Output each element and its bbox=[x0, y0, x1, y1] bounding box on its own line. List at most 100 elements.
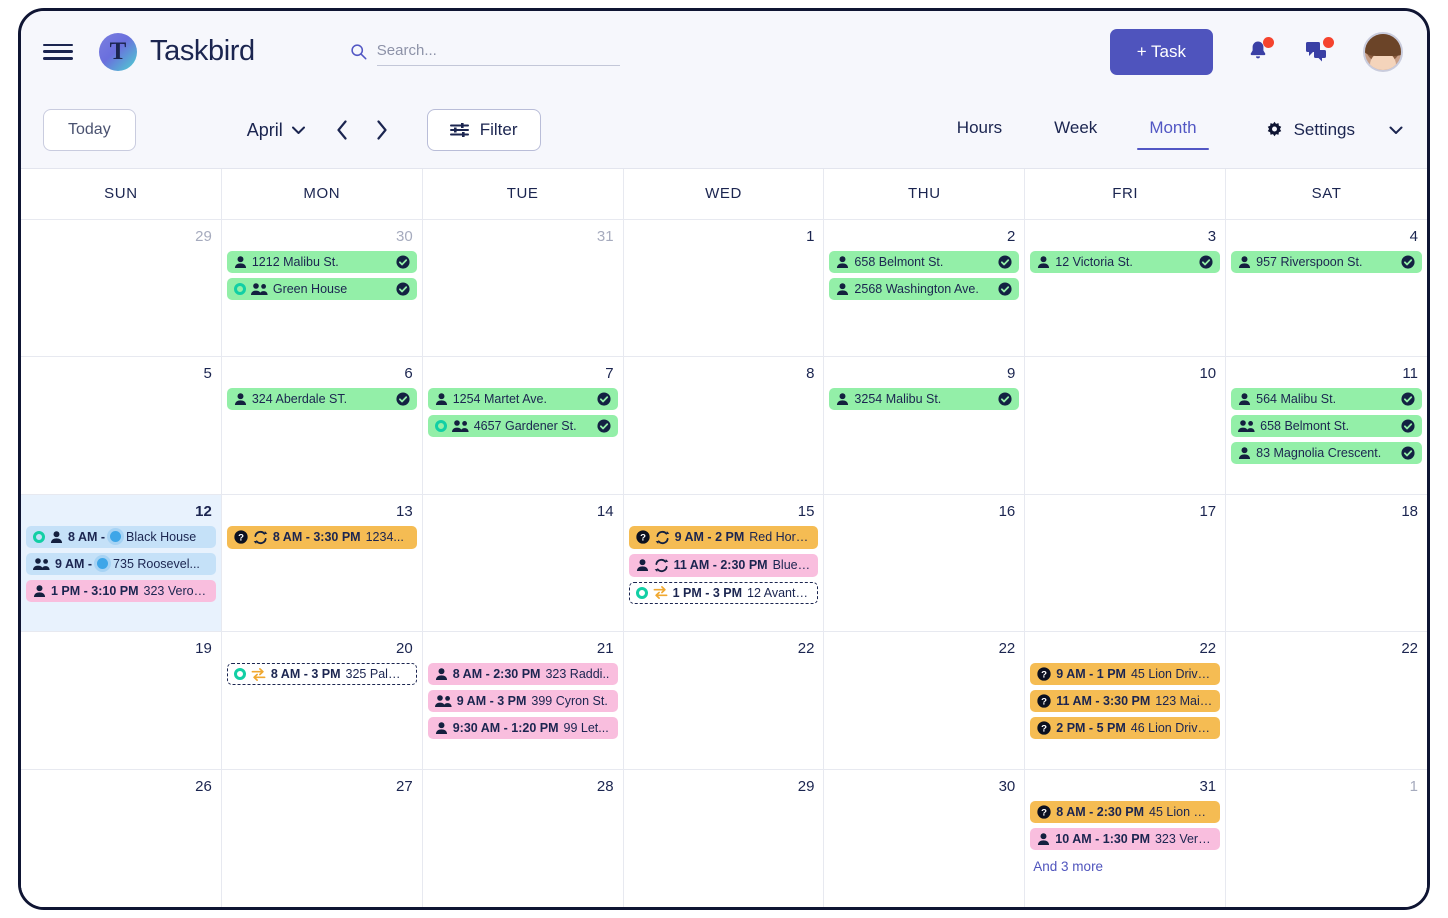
tab-hours[interactable]: Hours bbox=[931, 110, 1028, 150]
event-chip[interactable]: ? 9 AM - 1 PM 45 Lion Drive... bbox=[1030, 663, 1221, 686]
day-cell-29[interactable]: 29 bbox=[21, 220, 222, 358]
event-chip[interactable]: 9 AM - 3 PM 399 Cyron St. bbox=[427, 690, 618, 713]
day-events: ? 8 AM - 3:30 PM 1234... bbox=[226, 525, 417, 549]
event-chip[interactable]: 658 Belmont St. bbox=[1231, 415, 1422, 438]
event-chip[interactable]: 2568 Washington Ave. bbox=[829, 278, 1020, 300]
today-button[interactable]: Today bbox=[43, 109, 136, 151]
day-cell-5[interactable]: 5 bbox=[21, 357, 222, 495]
tab-week[interactable]: Week bbox=[1028, 110, 1123, 150]
event-chip[interactable]: ? 8 AM - 3:30 PM 1234... bbox=[226, 525, 417, 549]
prev-month-button[interactable] bbox=[327, 116, 357, 144]
day-cell-17[interactable]: 17 bbox=[1025, 494, 1227, 633]
day-cell-3[interactable]: 3 12 Victoria St. bbox=[1025, 220, 1227, 358]
event-chip[interactable]: 4657 Gardener St. bbox=[427, 415, 618, 438]
day-cell-30[interactable]: 30 1212 Malibu St. Green House bbox=[221, 220, 423, 358]
event-chip[interactable]: 1 PM - 3:10 PM 323 Veron... bbox=[26, 579, 216, 602]
event-chip[interactable]: 957 Riverspoon St. bbox=[1231, 251, 1422, 273]
day-cell-22[interactable]: 22 bbox=[824, 632, 1026, 770]
day-cell-11[interactable]: 11 564 Malibu St. 658 Belmont St. 83 Magnol… bbox=[1226, 357, 1427, 495]
repeat-icon bbox=[654, 558, 668, 572]
day-cell-9[interactable]: 9 3254 Malibu St. bbox=[824, 357, 1026, 495]
day-events: 658 Belmont St. 2568 Washington Ave. bbox=[829, 251, 1020, 300]
event-chip[interactable]: ? 8 AM - 2:30 PM 45 Lion Dr... bbox=[1030, 800, 1221, 823]
weekday-header: SUN MON TUE WED THU FRI SAT bbox=[21, 169, 1427, 220]
event-chip[interactable]: ? 9 AM - 2 PM Red Horne... bbox=[628, 525, 819, 549]
event-chip[interactable]: 3254 Malibu St. bbox=[829, 388, 1020, 411]
hamburger-icon[interactable] bbox=[43, 41, 73, 63]
day-cell-30[interactable]: 30 bbox=[824, 769, 1026, 907]
day-cell-27[interactable]: 27 bbox=[221, 769, 423, 907]
day-number: 22 bbox=[797, 640, 815, 658]
event-chip[interactable]: 1212 Malibu St. bbox=[226, 251, 417, 273]
event-chip[interactable]: 1254 Martet Ave. bbox=[427, 388, 618, 411]
day-cell-4[interactable]: 4 957 Riverspoon St. bbox=[1226, 220, 1427, 358]
day-cell-7[interactable]: 7 1254 Martet Ave. 4657 Gardener St. bbox=[422, 357, 624, 495]
event-title: 658 Belmont St. bbox=[854, 255, 944, 269]
next-month-button[interactable] bbox=[367, 116, 397, 144]
people-icon bbox=[434, 695, 452, 708]
day-cell-8[interactable]: 8 bbox=[623, 357, 825, 495]
event-time: 8 AM - 3 PM bbox=[270, 667, 341, 682]
event-title: 325 Palm B... bbox=[345, 667, 410, 682]
event-chip[interactable]: 8 AM - 3 PM 325 Palm B... bbox=[226, 663, 417, 686]
messages-button[interactable] bbox=[1303, 36, 1334, 67]
notifications-button[interactable] bbox=[1243, 36, 1274, 67]
event-chip[interactable]: 11 AM - 2:30 PM Blue S... bbox=[628, 553, 819, 577]
day-cell-20[interactable]: 20 8 AM - 3 PM 325 Palm B... bbox=[221, 632, 423, 770]
filter-button[interactable]: Filter bbox=[426, 109, 541, 151]
month-selector[interactable]: April bbox=[247, 120, 305, 141]
day-cell-16[interactable]: 16 bbox=[824, 494, 1026, 633]
day-cell-13[interactable]: 13? 8 AM - 3:30 PM 1234... bbox=[221, 494, 423, 633]
weekday-sat: SAT bbox=[1226, 169, 1427, 220]
day-cell-28[interactable]: 28 bbox=[422, 769, 624, 907]
calendar-week: 29 30 1212 Malibu St. Green House 31 1 2 658 Be… bbox=[21, 220, 1427, 358]
day-cell-26[interactable]: 26 bbox=[21, 769, 222, 907]
event-chip[interactable]: 9 AM - 735 Roosevel... bbox=[26, 552, 216, 575]
day-cell-22[interactable]: 22? 9 AM - 1 PM 45 Lion Drive...? 11 AM - 3… bbox=[1025, 632, 1227, 770]
search-input[interactable] bbox=[376, 37, 620, 66]
event-chip[interactable]: 658 Belmont St. bbox=[829, 251, 1020, 273]
search-box[interactable] bbox=[350, 37, 620, 66]
chevron-left-icon bbox=[337, 120, 347, 140]
day-number: 17 bbox=[1199, 502, 1217, 520]
event-chip[interactable]: 324 Aberdale ST. bbox=[226, 388, 417, 411]
person-icon bbox=[435, 668, 447, 681]
day-cell-1[interactable]: 1 bbox=[623, 220, 825, 358]
day-cell-31[interactable]: 31 bbox=[422, 220, 624, 358]
event-chip[interactable]: ? 11 AM - 3:30 PM 123 Main... bbox=[1030, 690, 1221, 713]
event-chip[interactable]: 9:30 AM - 1:20 PM 99 Let... bbox=[427, 717, 618, 740]
event-chip[interactable]: Green House bbox=[226, 278, 417, 300]
chevron-down-icon[interactable] bbox=[1389, 126, 1403, 135]
day-cell-1[interactable]: 1 bbox=[1226, 769, 1427, 907]
avatar[interactable] bbox=[1363, 31, 1403, 72]
day-cell-10[interactable]: 10 bbox=[1025, 357, 1227, 495]
event-chip[interactable]: 564 Malibu St. bbox=[1231, 388, 1422, 411]
day-cell-29[interactable]: 29 bbox=[623, 769, 825, 907]
tab-month[interactable]: Month bbox=[1123, 110, 1222, 150]
day-cell-19[interactable]: 19 bbox=[21, 632, 222, 770]
day-cell-12[interactable]: 12 8 AM - Black House 9 AM - 735 Roosevel...… bbox=[21, 494, 222, 633]
day-cell-15[interactable]: 15? 9 AM - 2 PM Red Horne... 11 AM - 2:30 P… bbox=[623, 494, 825, 633]
day-cell-18[interactable]: 18 bbox=[1226, 494, 1427, 633]
event-chip[interactable]: ? 2 PM - 5 PM 46 Lion Drive... bbox=[1030, 717, 1221, 740]
day-cell-2[interactable]: 2 658 Belmont St. 2568 Washington Ave. bbox=[824, 220, 1026, 358]
day-cell-21[interactable]: 21 8 AM - 2:30 PM 323 Raddi.. 9 AM - 3 PM 39… bbox=[422, 632, 624, 770]
event-chip[interactable]: 83 Magnolia Crescent. bbox=[1231, 442, 1422, 465]
day-cell-22[interactable]: 22 bbox=[1226, 632, 1427, 770]
day-cell-6[interactable]: 6 324 Aberdale ST. bbox=[221, 357, 423, 495]
add-task-button[interactable]: + Task bbox=[1109, 28, 1213, 75]
event-time: 11 AM - 2:30 PM bbox=[673, 558, 768, 573]
event-chip[interactable]: 8 AM - Black House bbox=[26, 525, 216, 548]
day-cell-31[interactable]: 31? 8 AM - 2:30 PM 45 Lion Dr... 10 AM - 1:… bbox=[1025, 769, 1227, 907]
event-chip[interactable]: 12 Victoria St. bbox=[1030, 251, 1221, 273]
day-cell-22[interactable]: 22 bbox=[623, 632, 825, 770]
event-chip[interactable]: 8 AM - 2:30 PM 323 Raddi.. bbox=[427, 663, 618, 686]
event-title: 323 Raddi.. bbox=[545, 667, 610, 682]
event-time: 8 AM - bbox=[68, 529, 106, 544]
event-chip[interactable]: 1 PM - 3 PM 12 Avant St. bbox=[628, 581, 819, 604]
settings-button[interactable]: Settings bbox=[1265, 120, 1403, 140]
more-events-link[interactable]: And 3 more bbox=[1030, 855, 1220, 878]
event-chip[interactable]: 10 AM - 1:30 PM 323 Veron... bbox=[1030, 827, 1221, 850]
day-cell-14[interactable]: 14 bbox=[422, 494, 624, 633]
event-title: 735 Roosevel... bbox=[113, 556, 200, 571]
